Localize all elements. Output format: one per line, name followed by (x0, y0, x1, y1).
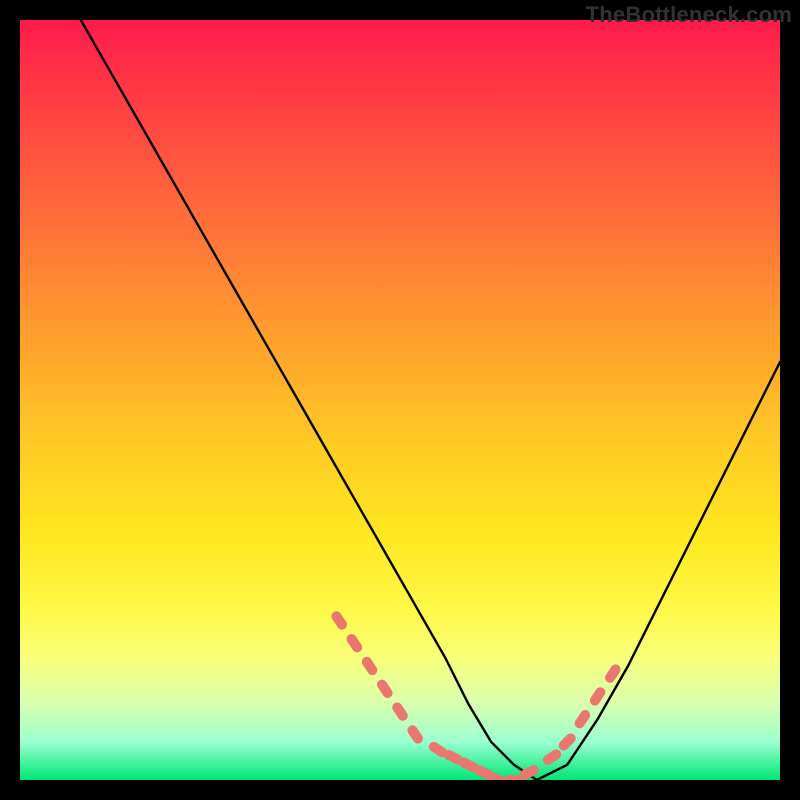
chart-frame: TheBottleneck.com (0, 0, 800, 800)
curve-layer (20, 20, 780, 780)
marker-pill (588, 685, 607, 707)
bottleneck-curve (81, 20, 780, 780)
marker-pill (541, 747, 563, 766)
marker-pill (345, 632, 364, 654)
marker-pill (375, 678, 394, 700)
marker-pill (405, 723, 424, 745)
marker-pill (557, 731, 578, 752)
highlight-markers (329, 609, 622, 780)
watermark-text: TheBottleneck.com (586, 2, 792, 28)
marker-pill (329, 609, 348, 631)
marker-pill (390, 701, 409, 723)
marker-pill (573, 708, 592, 730)
marker-pill (360, 655, 379, 677)
plot-area (20, 20, 780, 780)
marker-pill (518, 763, 540, 780)
